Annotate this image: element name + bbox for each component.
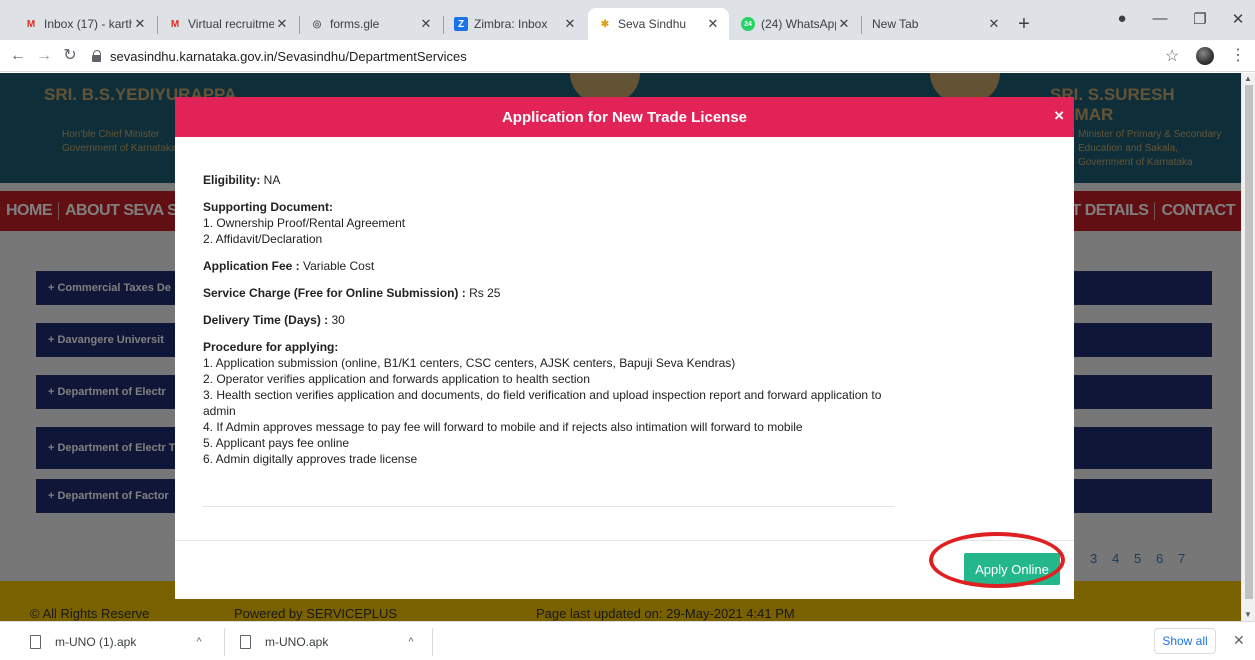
modal-header: Application for New Trade License ×	[175, 97, 1074, 137]
procedure-label: Procedure for applying:	[203, 340, 339, 354]
url-text: sevasindhu.karnataka.gov.in/Sevasindhu/D…	[110, 48, 467, 64]
scroll-up-icon[interactable]: ▲	[1244, 74, 1252, 83]
procedure-item: 1. Application submission (online, B1/K1…	[203, 356, 736, 370]
profile-avatar[interactable]	[1196, 47, 1214, 65]
whatsapp-icon: 24	[741, 17, 755, 31]
download-item[interactable]: m-UNO.apk ^	[240, 630, 414, 654]
chrome-menu-icon[interactable]: ●	[1112, 10, 1132, 27]
download-divider	[224, 628, 225, 656]
tab-close-icon[interactable]: ✕	[562, 16, 578, 32]
modal-body: Eligibility: NA Supporting Document: 1. …	[203, 151, 893, 467]
reload-icon[interactable]: ↻	[60, 46, 80, 66]
browser-toolbar: ← → ↻ sevasindhu.karnataka.gov.in/Sevasi…	[0, 40, 1255, 72]
new-tab-button[interactable]: +	[1012, 12, 1036, 36]
page-scrollbar[interactable]: ▲ ▼	[1241, 73, 1255, 621]
forward-icon[interactable]: →	[34, 46, 54, 66]
scrollbar-thumb[interactable]	[1245, 85, 1253, 599]
address-bar[interactable]: sevasindhu.karnataka.gov.in/Sevasindhu/D…	[92, 44, 1132, 68]
supporting-item: 2. Affidavit/Declaration	[203, 232, 323, 246]
window-close-icon[interactable]: ✕	[1228, 10, 1248, 28]
tab-title: forms.gle	[330, 17, 380, 31]
service-charge-value: Rs 25	[465, 286, 501, 300]
tab-close-icon[interactable]: ✕	[132, 16, 148, 32]
download-filename: m-UNO.apk	[265, 635, 329, 649]
tab-close-icon[interactable]: ✕	[274, 16, 290, 32]
browser-tab[interactable]: M Inbox (17) - karth ✕	[14, 8, 156, 40]
bookmark-star-icon[interactable]: ☆	[1165, 46, 1179, 66]
footer-divider	[175, 540, 1074, 541]
tab-close-icon[interactable]: ✕	[836, 16, 852, 32]
browser-tab[interactable]: M Virtual recruitmen ✕	[158, 8, 298, 40]
procedure-item: 4. If Admin approves message to pay fee …	[203, 420, 803, 434]
tab-title: Virtual recruitmen	[188, 17, 274, 31]
tab-close-icon[interactable]: ✕	[986, 16, 1002, 32]
modal-title: Application for New Trade License	[501, 108, 748, 126]
download-item[interactable]: m-UNO (1).apk ^	[30, 630, 202, 654]
highlight-circle	[929, 532, 1065, 588]
fee-label: Application Fee :	[203, 259, 300, 273]
chevron-up-icon[interactable]: ^	[196, 636, 201, 648]
maximize-icon[interactable]: ❐	[1190, 10, 1210, 28]
file-icon	[30, 635, 41, 649]
tab-close-icon[interactable]: ✕	[418, 16, 434, 32]
lock-icon	[92, 50, 102, 62]
procedure-item: 5. Applicant pays fee online	[203, 436, 350, 450]
download-divider	[432, 628, 433, 656]
show-all-button[interactable]: Show all	[1154, 628, 1216, 654]
download-filename: m-UNO (1).apk	[55, 635, 137, 649]
gmail-icon: M	[170, 18, 180, 30]
minimize-icon[interactable]: —	[1150, 10, 1170, 27]
delivery-section: Delivery Time (Days) : 30	[203, 312, 893, 328]
browser-tab[interactable]: 24 (24) WhatsApp ✕	[731, 8, 860, 40]
tab-title: Zimbra: Inbox	[474, 17, 548, 31]
eligibility-label: Eligibility:	[203, 173, 261, 187]
globe-icon: ◎	[312, 18, 322, 30]
service-charge-label: Service Charge (Free for Online Submissi…	[203, 286, 466, 300]
tab-title: New Tab	[872, 17, 919, 31]
downloads-close-icon[interactable]: ✕	[1233, 632, 1245, 649]
procedure-section: Procedure for applying: 1. Application s…	[203, 339, 893, 467]
service-charge-section: Service Charge (Free for Online Submissi…	[203, 285, 893, 301]
modal-close-icon[interactable]: ×	[1054, 106, 1064, 126]
tab-close-icon[interactable]: ✕	[705, 16, 721, 32]
browser-tab[interactable]: Z Zimbra: Inbox ✕	[444, 8, 586, 40]
browser-tabstrip: M Inbox (17) - karth ✕ M Virtual recruitmen ✕…	[0, 0, 1255, 40]
eligibility-section: Eligibility: NA	[203, 172, 893, 188]
supporting-docs-section: Supporting Document: 1. Ownership Proof/…	[203, 199, 893, 247]
file-icon	[240, 635, 251, 649]
zimbra-icon: Z	[454, 17, 468, 31]
seva-sindhu-icon: ✱	[600, 18, 610, 30]
tab-title: (24) WhatsApp	[761, 17, 836, 31]
downloads-bar: m-UNO (1).apk ^ m-UNO.apk ^ Show all ✕	[0, 621, 1255, 660]
gmail-icon: M	[26, 18, 36, 30]
eligibility-value: NA	[260, 173, 281, 187]
browser-tab[interactable]: New Tab ✕	[862, 8, 1010, 40]
fee-section: Application Fee : Variable Cost	[203, 258, 893, 274]
back-icon[interactable]: ←	[8, 46, 28, 66]
delivery-value: 30	[328, 313, 345, 327]
delivery-label: Delivery Time (Days) :	[203, 313, 329, 327]
browser-tab[interactable]: ✱ Seva Sindhu ✕	[588, 8, 729, 40]
fee-value: Variable Cost	[299, 259, 375, 273]
scroll-down-icon[interactable]: ▼	[1244, 610, 1252, 619]
trade-license-modal: Application for New Trade License × Elig…	[175, 97, 1074, 599]
browser-tab[interactable]: ◎ forms.gle ✕	[300, 8, 442, 40]
body-divider	[202, 506, 895, 507]
procedure-item: 3. Health section verifies application a…	[203, 388, 882, 418]
procedure-item: 6. Admin digitally approves trade licens…	[203, 452, 418, 466]
tab-title: Seva Sindhu	[618, 17, 687, 31]
menu-kebab-icon[interactable]: ⋮	[1230, 45, 1246, 65]
chevron-up-icon[interactable]: ^	[408, 636, 413, 648]
supporting-item: 1. Ownership Proof/Rental Agreement	[203, 216, 406, 230]
tab-title: Inbox (17) - karth	[44, 17, 132, 31]
procedure-item: 2. Operator verifies application and for…	[203, 372, 590, 386]
supporting-label: Supporting Document:	[203, 200, 333, 214]
